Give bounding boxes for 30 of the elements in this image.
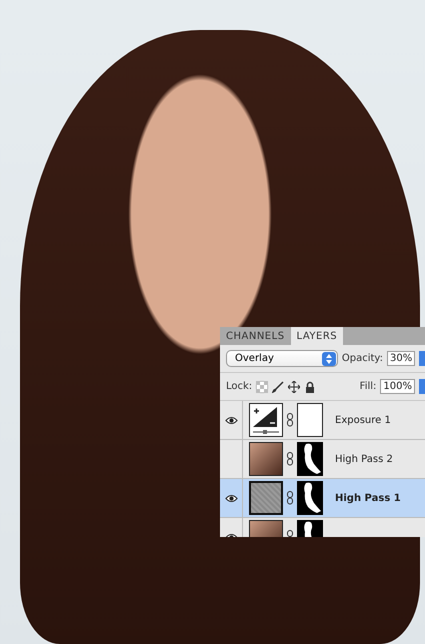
panel-tab[interactable]: CHANNELS [220,327,291,345]
layer-row[interactable]: High Pass 2 [220,440,425,479]
chain-link-icon [287,452,293,466]
chain-link-icon [287,491,293,505]
blend-mode-dropdown[interactable]: Overlay [226,350,338,367]
move-icon[interactable] [288,380,300,392]
opacity-field[interactable]: 30% [387,351,416,366]
layer-row[interactable]: Exposure 1 [220,401,425,440]
panel-tab[interactable]: LAYERS [290,327,344,345]
chain-link-icon [287,413,293,427]
fill-field[interactable]: 100% [380,379,415,394]
brush-icon[interactable] [272,380,284,392]
fill-label: Fill: [360,381,376,392]
exposure-thumbnail [249,403,283,437]
eye-icon [224,416,238,424]
photo-thumbnail [249,442,283,476]
mask-thumbnail [297,442,323,476]
mask-thumbnail [297,403,323,437]
stepper-icon [322,352,336,366]
lock-label: Lock: [226,381,252,392]
eye-icon [224,494,238,502]
layer-name: Exposure 1 [335,414,391,426]
texture-thumbnail [249,481,283,515]
layer-row[interactable]: High Pass 1 [220,479,425,518]
layer-name: High Pass 1 [335,492,401,504]
opacity-label: Opacity: [342,353,383,364]
lock-icon[interactable] [304,380,316,392]
layer-name: High Pass 2 [335,454,393,464]
checkerboard-icon[interactable] [256,380,268,392]
mask-thumbnail [297,481,323,515]
